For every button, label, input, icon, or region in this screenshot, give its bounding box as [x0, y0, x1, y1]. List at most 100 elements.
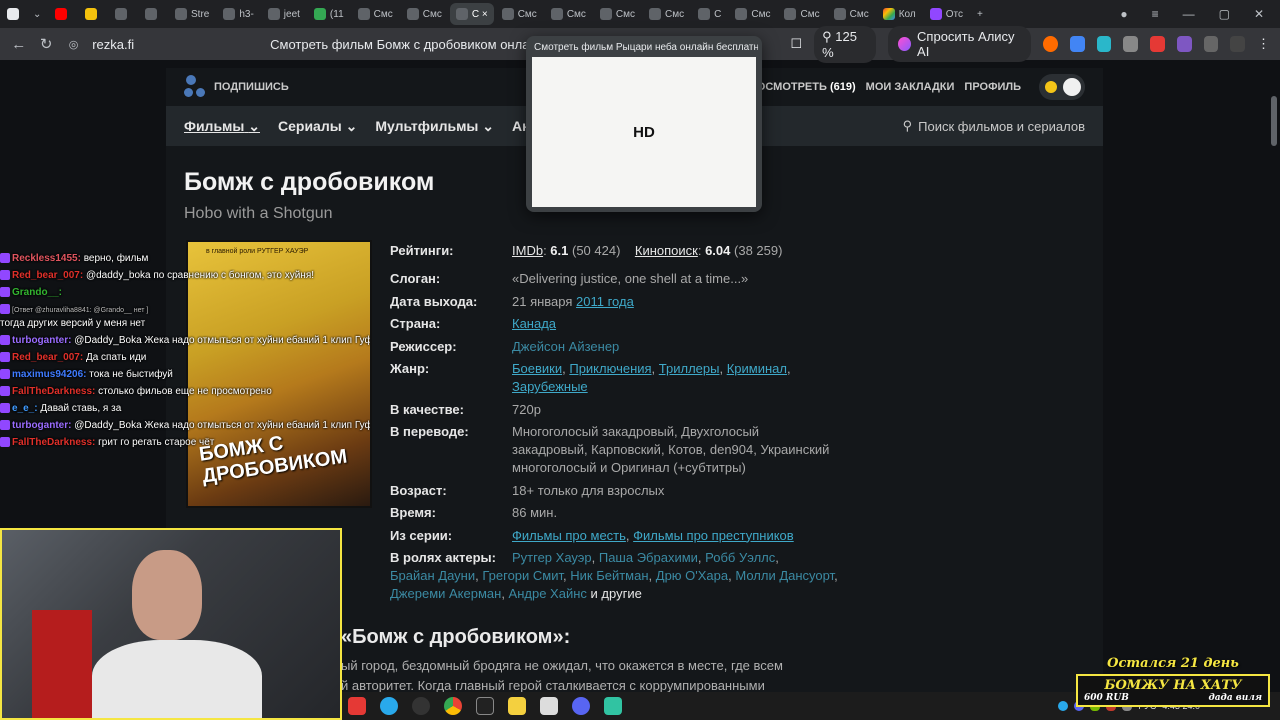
- extension-icon-8[interactable]: [1230, 36, 1245, 52]
- actor-link[interactable]: Брайан Дауни: [390, 568, 475, 583]
- browser-tab[interactable]: Stre: [169, 3, 215, 25]
- actor-link[interactable]: Дрю О'Хара: [656, 568, 728, 583]
- chrome-icon[interactable]: [444, 697, 462, 715]
- browser-tab[interactable]: jeet: [262, 3, 306, 25]
- actor-link[interactable]: Грегори Смит: [482, 568, 563, 583]
- watch-later-link[interactable]: ДОСМОТРЕТЬ (619): [749, 81, 856, 93]
- nav-films[interactable]: Фильмы ⌄: [184, 118, 260, 135]
- profile-link[interactable]: ПРОФИЛЬ: [964, 81, 1021, 93]
- browser-tab[interactable]: [109, 3, 137, 25]
- browser-tab[interactable]: Отс: [924, 3, 969, 25]
- chat-username[interactable]: FallTheDarkness:: [12, 386, 95, 397]
- chat-username[interactable]: turboganter:: [12, 335, 71, 346]
- tab-menu-button[interactable]: [1, 3, 25, 25]
- genre-link[interactable]: Зарубежные: [512, 379, 588, 394]
- scrollbar-thumb[interactable]: [1271, 96, 1277, 146]
- series-link[interactable]: Фильмы про месть: [512, 528, 626, 543]
- lock-app-icon[interactable]: [508, 697, 526, 715]
- streamlabs-icon[interactable]: [604, 697, 622, 715]
- close-button[interactable]: ✕: [1254, 7, 1264, 21]
- extension-icon-1[interactable]: [1043, 36, 1058, 52]
- yandex-icon[interactable]: [348, 697, 366, 715]
- browser-tab[interactable]: [49, 3, 77, 25]
- tab-list-button[interactable]: ⌄: [27, 3, 47, 25]
- imdb-link[interactable]: IMDb: [512, 243, 543, 258]
- site-search[interactable]: ⚲ Поиск фильмов и сериалов: [903, 118, 1085, 134]
- site-logo-icon[interactable]: [184, 75, 208, 99]
- browser-tab[interactable]: Смс: [496, 3, 543, 25]
- chat-username[interactable]: maximus94206:: [12, 369, 87, 380]
- series-link[interactable]: Фильмы про преступников: [633, 528, 794, 543]
- zoom-indicator[interactable]: ⚲ 125 %: [814, 25, 877, 63]
- genre-link[interactable]: Триллеры: [659, 361, 720, 376]
- browser-tab[interactable]: [139, 3, 167, 25]
- actor-link[interactable]: Джереми Акерман: [390, 586, 501, 601]
- director-link[interactable]: Джейсон Айзенер: [512, 339, 619, 354]
- url-text[interactable]: rezka.fi: [92, 37, 134, 52]
- chat-username[interactable]: turboganter:: [12, 420, 71, 431]
- actor-link[interactable]: Робб Уэллс: [705, 550, 775, 565]
- actor-link[interactable]: Паша Эбрахими: [599, 550, 698, 565]
- page-scrollbar[interactable]: [1268, 60, 1280, 692]
- browser-tab[interactable]: Смс: [643, 3, 690, 25]
- browser-tab[interactable]: Смс: [545, 3, 592, 25]
- browser-tab[interactable]: [79, 3, 107, 25]
- browser-tab[interactable]: Смс: [828, 3, 875, 25]
- kinopoisk-link[interactable]: Кинопоиск: [635, 243, 698, 258]
- maximize-button[interactable]: ▢: [1219, 7, 1230, 21]
- browser-tab[interactable]: h3-: [217, 3, 259, 25]
- browser-tab[interactable]: Смс: [729, 3, 776, 25]
- actor-link[interactable]: Рутгер Хауэр: [512, 550, 592, 565]
- extension-icon-5[interactable]: [1150, 36, 1165, 52]
- release-year-link[interactable]: 2011 года: [576, 294, 634, 309]
- more-menu-icon[interactable]: ⋮: [1257, 36, 1270, 52]
- bookmark-star-icon[interactable]: ☐: [790, 36, 802, 52]
- browser-tab[interactable]: Смс: [778, 3, 825, 25]
- chat-username[interactable]: Grando__:: [12, 287, 62, 298]
- obs-icon[interactable]: [412, 697, 430, 715]
- browser-tab[interactable]: Смс: [401, 3, 448, 25]
- nav-cartoons[interactable]: Мультфильмы ⌄: [375, 118, 494, 135]
- country-link[interactable]: Канада: [512, 316, 556, 331]
- extension-icon-2[interactable]: [1069, 36, 1085, 52]
- minimize-button[interactable]: —: [1183, 7, 1195, 21]
- profile-icon[interactable]: ●: [1120, 7, 1127, 21]
- bookmarks-link[interactable]: МОИ ЗАКЛАДКИ: [866, 81, 955, 93]
- site-info-icon[interactable]: ◎: [65, 38, 82, 51]
- browser-tab[interactable]: Смс: [594, 3, 641, 25]
- actor-link[interactable]: Андре Хайнс: [509, 586, 587, 601]
- actor-link[interactable]: Ник Бейтман: [570, 568, 648, 583]
- chat-username[interactable]: Reckless1455:: [12, 253, 81, 264]
- extension-icon-4[interactable]: [1123, 36, 1139, 52]
- actor-link[interactable]: Молли Дансуорт: [735, 568, 834, 583]
- browser-tab[interactable]: С: [692, 3, 727, 25]
- chat-username[interactable]: Red_bear_007:: [12, 352, 83, 363]
- telegram-icon[interactable]: [380, 697, 398, 715]
- subscribe-link[interactable]: ПОДПИШИСЬ: [214, 81, 289, 93]
- browser-tab[interactable]: (11: [308, 3, 350, 25]
- bookmarks-icon[interactable]: ≡: [1152, 7, 1159, 21]
- tab-favicon-icon: [550, 8, 563, 20]
- chat-username[interactable]: Red_bear_007:: [12, 270, 83, 281]
- extension-icon-6[interactable]: [1176, 36, 1192, 52]
- genre-link[interactable]: Боевики: [512, 361, 562, 376]
- theme-toggle[interactable]: [1039, 74, 1085, 100]
- browser-tab[interactable]: С ×: [449, 3, 494, 25]
- new-tab-button[interactable]: +: [971, 3, 989, 25]
- genre-link[interactable]: Приключения: [569, 361, 651, 376]
- chat-app-icon[interactable]: [572, 697, 590, 715]
- tray-icon[interactable]: [1058, 701, 1069, 711]
- explorer-icon[interactable]: [540, 697, 558, 715]
- genre-link[interactable]: Криминал: [727, 361, 787, 376]
- alice-button[interactable]: Спросить Алису AI: [888, 26, 1032, 62]
- chat-username[interactable]: FallTheDarkness:: [12, 437, 95, 448]
- nav-series[interactable]: Сериалы ⌄: [278, 118, 357, 135]
- reload-button[interactable]: ↻: [37, 35, 54, 53]
- app-icon[interactable]: [476, 697, 494, 715]
- extension-icon-3[interactable]: [1096, 36, 1112, 52]
- browser-tab[interactable]: Смс: [352, 3, 399, 25]
- browser-tab[interactable]: Кол: [877, 3, 922, 25]
- extension-icon-7[interactable]: [1203, 36, 1219, 52]
- back-button[interactable]: ←: [10, 36, 27, 53]
- chat-username[interactable]: e_e_:: [12, 403, 38, 414]
